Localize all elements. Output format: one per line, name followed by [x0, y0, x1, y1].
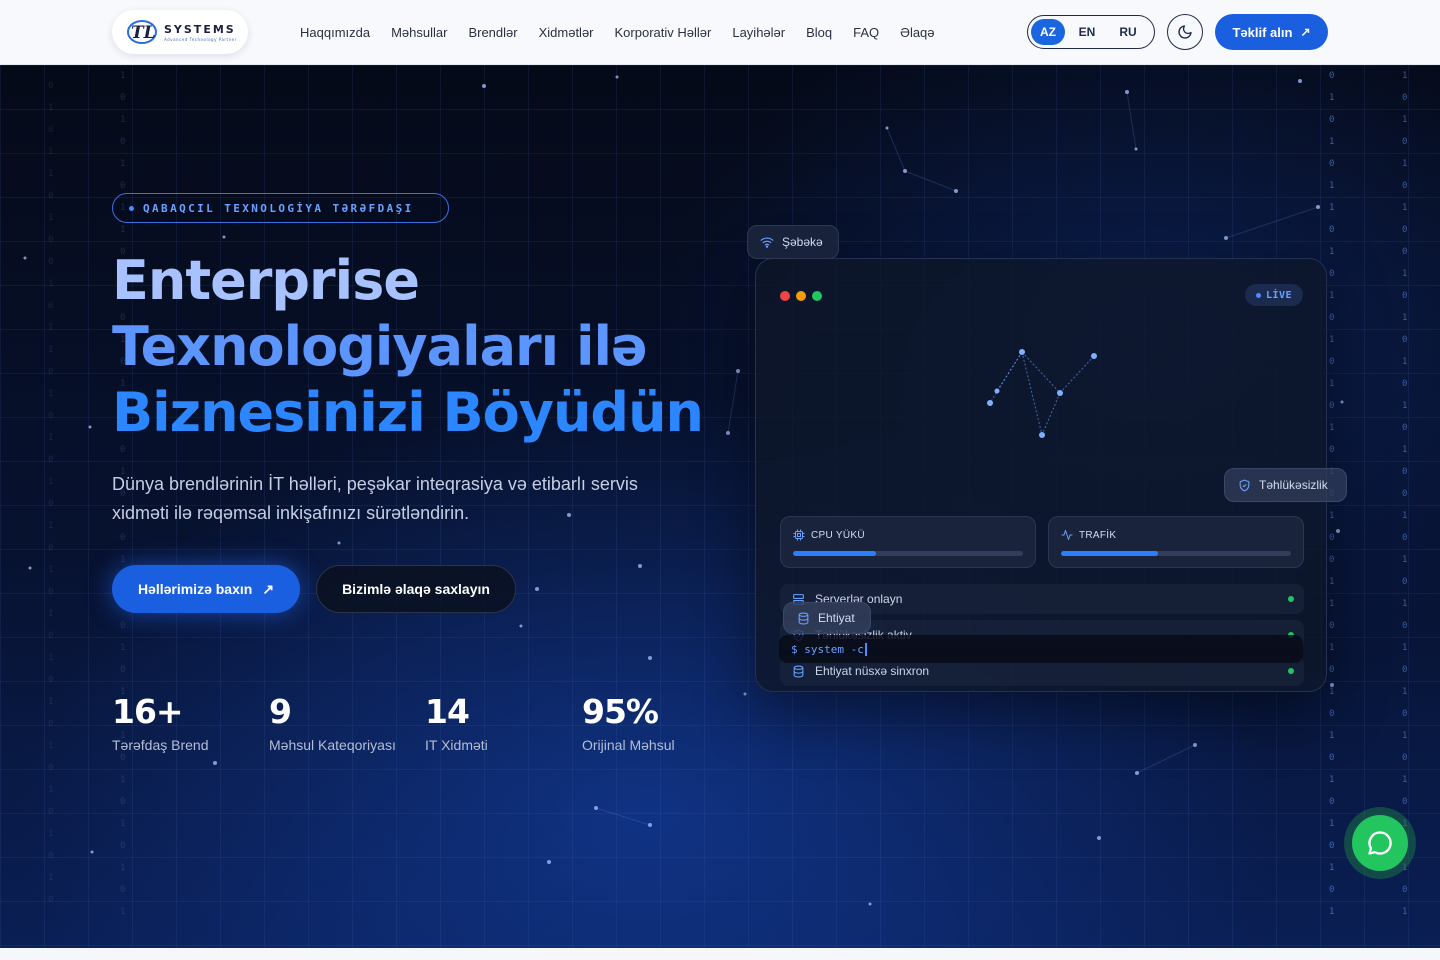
- nav-link-services[interactable]: Xidmətlər: [539, 25, 594, 40]
- stat-label: Məhsul Kateqoriyası: [269, 737, 396, 753]
- contact-us-label: Bizimlə əlaqə saxlayın: [342, 581, 490, 597]
- nav-link-corporate-solutions[interactable]: Korporativ Həllər: [615, 25, 712, 40]
- page-bottom-edge: [0, 948, 1440, 960]
- stat-label: Orijinal Məhsul: [582, 737, 675, 753]
- lang-option-en[interactable]: EN: [1068, 19, 1106, 45]
- arrow-up-right-icon: ↗: [1300, 25, 1311, 39]
- chat-bubble-icon: [1368, 831, 1392, 855]
- window-controls: [780, 291, 828, 301]
- metric-label: TRAFİK: [1079, 529, 1117, 541]
- arrow-up-right-icon: ↗: [262, 580, 275, 597]
- metric-label: CPU YÜKÜ: [811, 529, 865, 541]
- stat-value: 9: [269, 692, 292, 731]
- status-row-label: Ehtiyat nüsxə sinxron: [815, 664, 930, 678]
- stat-value: 16+: [112, 692, 184, 731]
- nav-link-blog[interactable]: Bloq: [806, 25, 832, 40]
- hero-title-line-1: Enterprise: [112, 249, 420, 312]
- lang-option-ru[interactable]: RU: [1109, 19, 1147, 45]
- hero-title: Enterprise Texnologiyaları ilə Biznesini…: [112, 248, 752, 446]
- whatsapp-chat-button[interactable]: [1344, 807, 1416, 879]
- badge-dot-icon: [129, 205, 134, 211]
- get-quote-label: Təklif alın: [1232, 24, 1293, 40]
- close-dot-icon: [780, 291, 790, 301]
- floating-network-tag: Şəbəkə: [747, 225, 839, 259]
- moon-icon: [1178, 25, 1192, 39]
- hero-section: 1 0 1 0 1 0 1 1 0 0 1 0 1 0 1 0 1 0 1 0 …: [0, 65, 1440, 948]
- nav-link-contact[interactable]: Əlaqə: [900, 25, 934, 40]
- stat-label: Tərəfdaş Brend: [112, 737, 209, 753]
- language-switcher: AZ EN RU: [1027, 15, 1155, 49]
- maximize-dot-icon: [812, 291, 822, 301]
- shield-check-icon: [1239, 479, 1250, 491]
- hero-title-line-2: Texnologiyaları ilə: [112, 315, 648, 378]
- nav-link-faq[interactable]: FAQ: [853, 25, 879, 40]
- progress-bar: [1061, 551, 1291, 556]
- floating-security-tag: Təhlükəsizlik: [1224, 468, 1347, 502]
- nav-link-projects[interactable]: Layihələr: [732, 25, 785, 40]
- brand-logo[interactable]: TL SYSTEMS Advanced Technology Partner: [112, 10, 248, 54]
- view-solutions-button[interactable]: Həllərimizə baxın ↗: [112, 565, 300, 613]
- network-tag-label: Şəbəkə: [782, 235, 823, 249]
- contact-us-button[interactable]: Bizimlə əlaqə saxlayın: [316, 565, 516, 613]
- database-icon: [793, 665, 804, 677]
- nav-link-brands[interactable]: Brendlər: [468, 25, 517, 40]
- terminal-line: $ system -c: [779, 635, 1303, 663]
- get-quote-button[interactable]: Təklif alın ↗: [1215, 14, 1328, 50]
- live-label: LİVE: [1265, 289, 1293, 301]
- svg-text:TL: TL: [131, 23, 156, 43]
- terminal-cursor: [864, 642, 867, 656]
- cpu-icon: [793, 529, 805, 541]
- minimize-dot-icon: [796, 291, 806, 301]
- database-icon: [798, 612, 809, 624]
- hero-eyebrow-text: QABAQCIL TEXNOLOGİYA TƏRƏFDAŞI: [143, 201, 414, 215]
- live-dot-icon: [1255, 292, 1261, 298]
- logo-wordmark: SYSTEMS: [164, 22, 236, 36]
- lang-option-az[interactable]: AZ: [1031, 19, 1065, 45]
- floating-backup-tag: Ehtiyat: [783, 602, 871, 634]
- backup-tag-label: Ehtiyat: [818, 611, 855, 625]
- nav-link-products[interactable]: Məhsullar: [391, 25, 447, 40]
- metric-traffic: TRAFİK: [1048, 516, 1304, 568]
- progress-fill: [1061, 551, 1158, 556]
- view-solutions-label: Həllərimizə baxın: [137, 581, 253, 597]
- hero-title-line-3: Biznesinizi Böyüdün: [112, 381, 704, 444]
- hero-subtitle: Dünya brendlərinin İT həlləri, peşəkar i…: [112, 474, 638, 523]
- progress-bar: [793, 551, 1023, 556]
- stat-label: IT Xidməti: [425, 737, 488, 753]
- wifi-icon: [760, 237, 774, 248]
- live-badge: LİVE: [1245, 284, 1303, 306]
- terminal-prompt: $ system -c: [791, 642, 864, 656]
- logo-tagline: Advanced Technology Partner: [164, 36, 237, 42]
- logo-mark-icon: TL: [126, 17, 160, 47]
- stat-value: 14: [425, 692, 470, 731]
- stat-partner-brands: 16+ Tərəfdaş Brend: [112, 692, 209, 753]
- nav-link-about[interactable]: Haqqımızda: [300, 25, 370, 40]
- security-tag-label: Təhlükəsizlik: [1259, 478, 1328, 492]
- stat-product-categories: 9 Məhsul Kateqoriyası: [269, 692, 396, 753]
- stat-value: 95%: [582, 692, 659, 731]
- main-menu: Haqqımızda Məhsullar Brendlər Xidmətlər …: [300, 0, 956, 64]
- status-ok-dot-icon: [1288, 596, 1294, 602]
- stat-original-products: 95% Orijinal Məhsul: [582, 692, 675, 753]
- hero-eyebrow-badge: QABAQCIL TEXNOLOGİYA TƏRƏFDAŞI: [112, 193, 449, 223]
- theme-toggle-button[interactable]: [1167, 14, 1203, 50]
- top-navbar: TL SYSTEMS Advanced Technology Partner H…: [0, 0, 1440, 65]
- activity-icon: [1061, 530, 1073, 540]
- chat-button-inner: [1352, 815, 1408, 871]
- status-ok-dot-icon: [1288, 668, 1294, 674]
- progress-fill: [793, 551, 876, 556]
- stat-it-services: 14 IT Xidməti: [425, 692, 488, 753]
- metric-cpu-load: CPU YÜKÜ: [780, 516, 1036, 568]
- network-topology-graph: [987, 349, 1097, 438]
